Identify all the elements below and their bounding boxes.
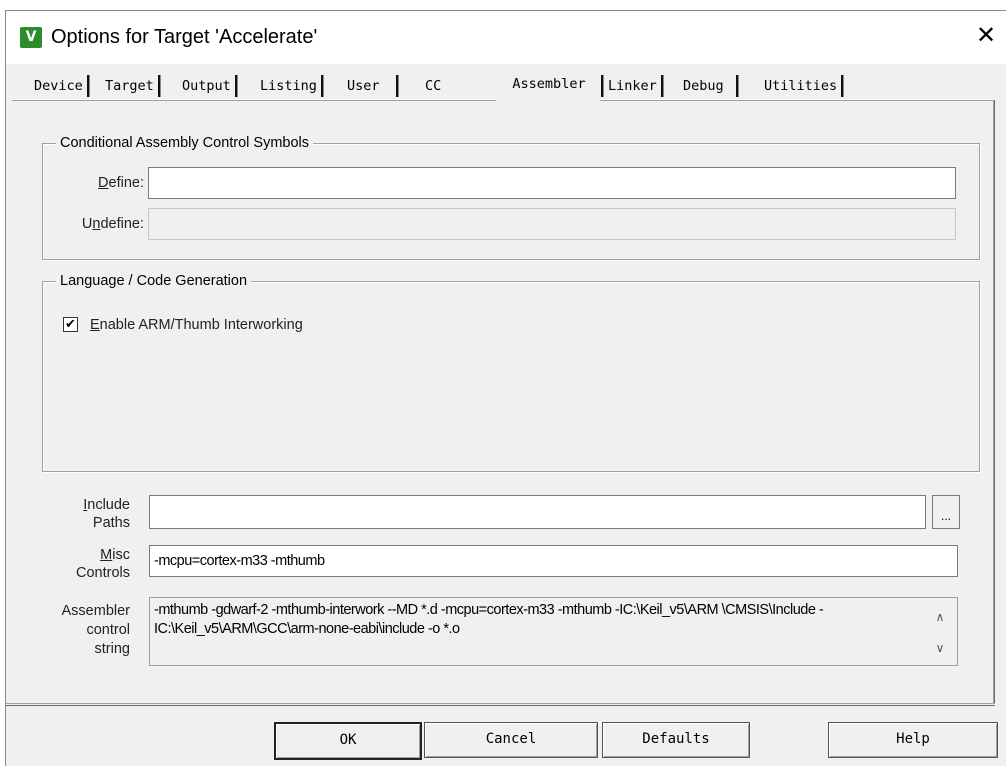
tab-label: User: [347, 78, 380, 94]
keil-app-icon: V: [20, 27, 42, 48]
tab-separator: [86, 75, 90, 97]
interworking-label[interactable]: Enable ARM/Thumb Interworking: [90, 316, 303, 334]
cancel-button[interactable]: Cancel: [424, 722, 598, 758]
panel-bottom-edge: [6, 703, 995, 706]
tab-assembler[interactable]: Assembler: [497, 68, 601, 100]
misc-controls-input[interactable]: [149, 545, 958, 577]
tab-device[interactable]: Device: [30, 73, 90, 99]
tab-label: Assembler: [512, 76, 586, 92]
language-codegen-group: [42, 281, 980, 472]
language-codegen-title: Language / Code Generation: [56, 272, 252, 290]
tab-label: Target: [105, 78, 154, 94]
undefine-input: [148, 208, 956, 240]
defaults-button[interactable]: Defaults: [602, 722, 750, 758]
assembler-control-string-label: Assembler control string: [61, 603, 131, 657]
tab-label: Linker: [608, 78, 657, 94]
include-paths-input[interactable]: [149, 495, 926, 529]
tab-separator: [841, 75, 845, 97]
undefine-label: Undefine:: [81, 216, 144, 232]
tab-separator: [735, 75, 739, 97]
tab-user[interactable]: User: [343, 73, 399, 99]
ok-button[interactable]: OK: [274, 722, 422, 760]
tab-listing[interactable]: Listing: [256, 73, 324, 99]
assembler-control-text: -mthumb -gdwarf-2 -mthumb-interwork --MD…: [154, 602, 824, 637]
interworking-checkbox[interactable]: ✔: [63, 317, 78, 332]
tab-label: Device: [34, 78, 83, 94]
tab-cc[interactable]: CC: [421, 73, 445, 99]
browse-include-button[interactable]: ...: [932, 495, 960, 529]
close-icon[interactable]: ✕: [972, 21, 1000, 49]
tab-label: Debug: [683, 78, 724, 94]
tab-separator: [320, 75, 324, 97]
tab-separator: [660, 75, 664, 97]
conditional-assembly-title: Conditional Assembly Control Symbols: [56, 134, 314, 152]
tab-label: CC: [425, 78, 442, 94]
panel-right-edge: [993, 100, 995, 703]
tab-label: Output: [182, 78, 231, 94]
tab-linker[interactable]: Linker: [601, 73, 664, 99]
tab-label: Utilities: [764, 78, 838, 94]
tab-label: Listing: [260, 78, 317, 94]
define-input[interactable]: [148, 167, 956, 199]
tab-utilities[interactable]: Utilities: [760, 73, 845, 99]
assembler-control-string: -mthumb -gdwarf-2 -mthumb-interwork --MD…: [149, 597, 958, 666]
conditional-assembly-group: [42, 143, 980, 260]
misc-controls-label: Misc Controls: [76, 547, 130, 581]
active-tab-gap: [496, 99, 600, 102]
dialog-title: Options for Target 'Accelerate': [51, 26, 318, 48]
help-button[interactable]: Help: [828, 722, 998, 758]
tab-separator: [234, 75, 238, 97]
define-label: Define:: [98, 175, 144, 191]
tab-output[interactable]: Output: [178, 73, 238, 99]
tab-target[interactable]: Target: [101, 73, 161, 99]
include-paths-label: Include Paths: [83, 497, 130, 531]
scroll-down-icon[interactable]: ∨: [932, 640, 948, 656]
tab-separator: [157, 75, 161, 97]
tab-debug[interactable]: Debug: [679, 73, 739, 99]
scroll-up-icon[interactable]: ∧: [932, 609, 948, 625]
tab-separator: [395, 75, 399, 97]
